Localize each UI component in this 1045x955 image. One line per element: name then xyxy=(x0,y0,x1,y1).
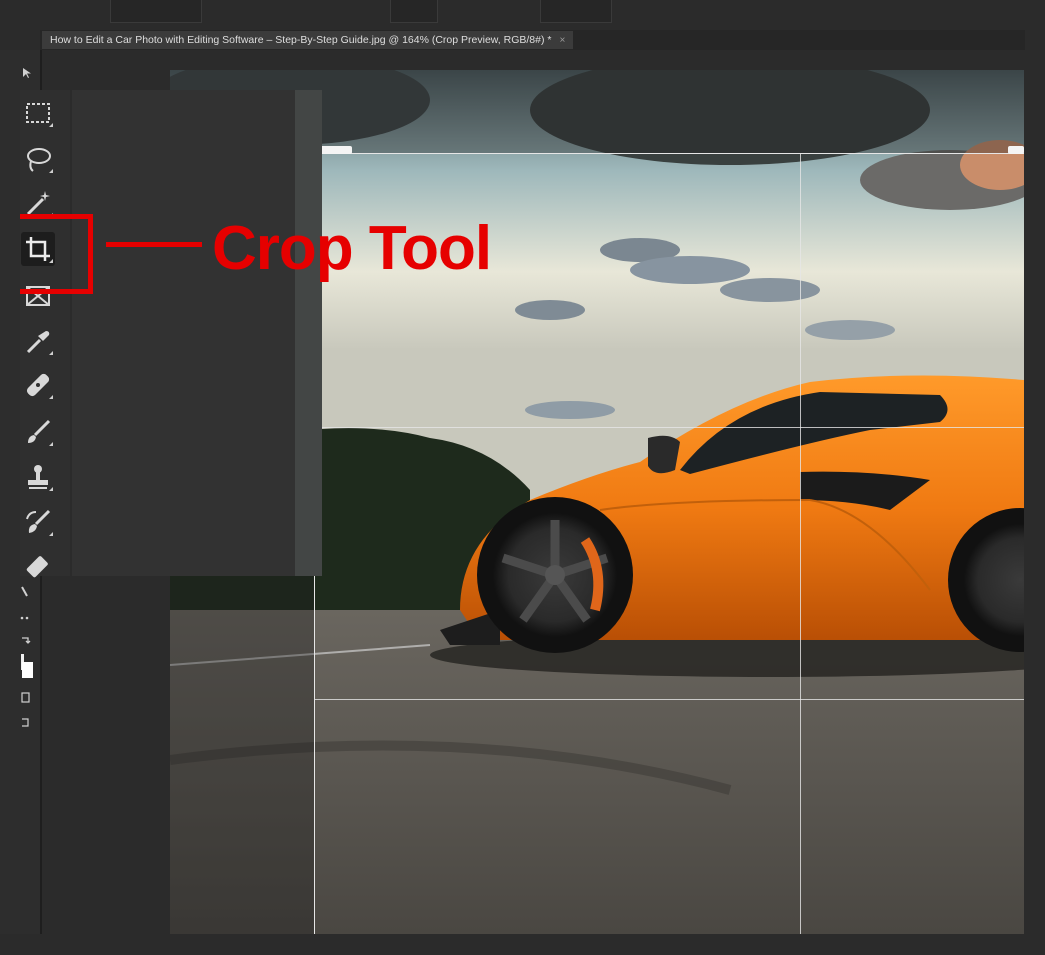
eyedropper-tool[interactable] xyxy=(21,324,55,358)
options-field[interactable] xyxy=(540,0,612,23)
document-tab-title: How to Edit a Car Photo with Editing Sof… xyxy=(50,34,552,46)
crop-border-top[interactable] xyxy=(314,153,1024,154)
lasso-tool[interactable] xyxy=(21,142,55,176)
options-bar xyxy=(0,0,1045,28)
clone-stamp-tool[interactable] xyxy=(21,460,55,494)
history-brush-tool[interactable] xyxy=(21,505,55,539)
crop-grid-line xyxy=(800,153,801,934)
crop-tool-highlight-box xyxy=(20,214,93,294)
tool-flyout-panel xyxy=(72,90,322,576)
pen-icon[interactable] xyxy=(18,584,36,600)
crop-grid-line xyxy=(314,699,1024,700)
healing-brush-tool[interactable] xyxy=(21,368,55,402)
background-color-swatch[interactable] xyxy=(21,654,33,680)
crop-grid-line xyxy=(314,427,1024,428)
close-icon[interactable]: × xyxy=(559,35,565,46)
document-tab[interactable]: How to Edit a Car Photo with Editing Sof… xyxy=(42,31,574,49)
status-bar xyxy=(0,934,1045,955)
eraser-icon xyxy=(26,556,48,578)
swap-colors-icon[interactable] xyxy=(18,634,36,650)
annotation-label: Crop Tool xyxy=(212,214,492,283)
more-tools-icon[interactable] xyxy=(18,610,36,626)
crop-shield-top xyxy=(314,70,1024,153)
move-tool-icon[interactable] xyxy=(20,66,34,80)
brush-tool[interactable] xyxy=(21,415,55,449)
options-field[interactable] xyxy=(390,0,438,23)
rectangular-marquee-tool[interactable] xyxy=(21,96,55,130)
screen-mode-icon[interactable] xyxy=(18,716,36,732)
options-field[interactable] xyxy=(110,0,202,23)
flyout-panel-edge xyxy=(295,90,322,576)
eraser-tool[interactable] xyxy=(21,549,55,583)
quick-mask-icon[interactable] xyxy=(18,690,36,706)
crop-handle[interactable] xyxy=(1008,146,1024,154)
annotation-pointer-line xyxy=(106,242,202,247)
crop-handle[interactable] xyxy=(318,146,352,154)
